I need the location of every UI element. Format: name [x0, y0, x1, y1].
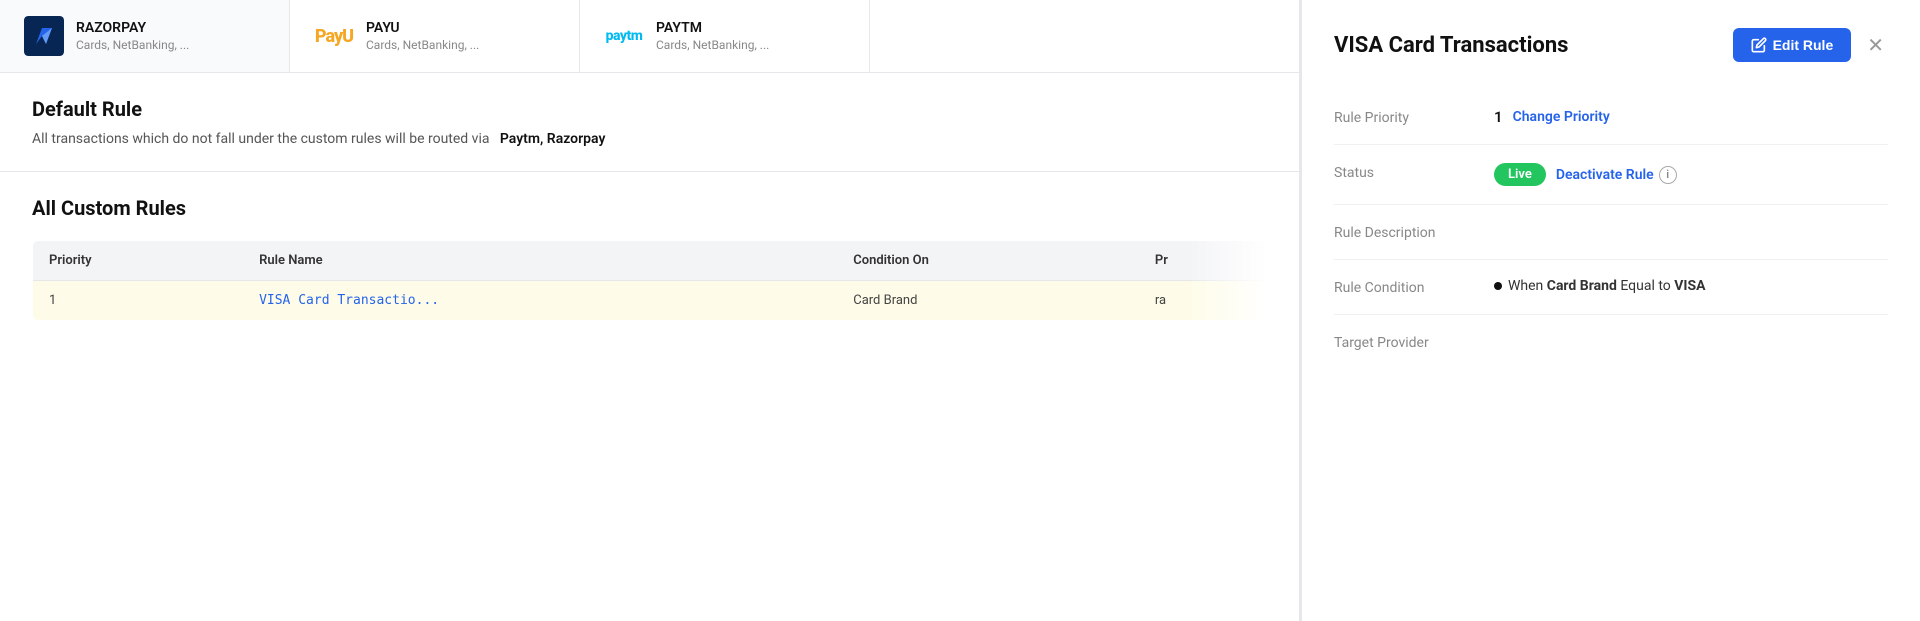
- row-rule-name: VISA Card Transactio...: [243, 281, 837, 321]
- rule-condition-row: Rule Condition When Card Brand Equal to …: [1334, 260, 1888, 315]
- condition-item: When Card Brand Equal to VISA: [1494, 278, 1706, 294]
- target-provider-row: Target Provider: [1334, 315, 1888, 369]
- condition-bullet: [1494, 282, 1502, 290]
- gateway-card-razorpay[interactable]: RAZORPAY Cards, NetBanking, ...: [0, 0, 290, 72]
- live-badge: Live: [1494, 163, 1546, 186]
- deactivate-rule-link[interactable]: Deactivate Rule i: [1556, 166, 1677, 184]
- info-icon[interactable]: i: [1659, 166, 1677, 184]
- payu-name: PAYU: [366, 20, 479, 36]
- payu-info: PAYU Cards, NetBanking, ...: [366, 20, 479, 52]
- paytm-name: PAYTM: [656, 20, 769, 36]
- status-value-container: Live Deactivate Rule i: [1494, 163, 1677, 186]
- razorpay-sub: Cards, NetBanking, ...: [76, 38, 189, 52]
- rule-condition-value: When Card Brand Equal to VISA: [1494, 278, 1706, 294]
- payu-icon: PayU: [314, 16, 354, 56]
- rule-detail-title: VISA Card Transactions: [1334, 33, 1568, 58]
- rule-priority-row: Rule Priority 1 Change Priority: [1334, 90, 1888, 145]
- status-label: Status: [1334, 163, 1494, 181]
- condition-text: When Card Brand Equal to VISA: [1508, 278, 1706, 294]
- edit-rule-button[interactable]: Edit Rule: [1733, 28, 1852, 62]
- col-condition-on: Condition On: [837, 241, 1139, 281]
- col-priority: Priority: [33, 241, 244, 281]
- col-pr: Pr: [1139, 241, 1267, 281]
- rules-table: Priority Rule Name Condition On Pr 1 VIS…: [32, 240, 1267, 321]
- custom-rules-section: All Custom Rules Priority Rule Name Cond…: [0, 172, 1299, 321]
- razorpay-name: RAZORPAY: [76, 20, 189, 36]
- paytm-info: PAYTM Cards, NetBanking, ...: [656, 20, 769, 52]
- gateway-card-payu[interactable]: PayU PAYU Cards, NetBanking, ...: [290, 0, 580, 72]
- row-condition-on: Card Brand: [837, 281, 1139, 321]
- rule-description-row: Rule Description: [1334, 205, 1888, 260]
- rule-priority-label: Rule Priority: [1334, 108, 1494, 126]
- rule-detail-panel: VISA Card Transactions Edit Rule ✕ Rule …: [1300, 0, 1920, 621]
- table-header: Priority Rule Name Condition On Pr: [33, 241, 1267, 281]
- change-priority-link[interactable]: Change Priority: [1513, 109, 1610, 125]
- col-rule-name: Rule Name: [243, 241, 837, 281]
- edit-icon: [1751, 37, 1767, 53]
- table-row[interactable]: 1 VISA Card Transactio... Card Brand ra: [33, 281, 1267, 321]
- razorpay-info: RAZORPAY Cards, NetBanking, ...: [76, 20, 189, 52]
- rule-priority-value-container: 1 Change Priority: [1494, 108, 1610, 126]
- payu-sub: Cards, NetBanking, ...: [366, 38, 479, 52]
- row-priority: 1: [33, 281, 244, 321]
- table-body: 1 VISA Card Transactio... Card Brand ra: [33, 281, 1267, 321]
- gateway-row: RAZORPAY Cards, NetBanking, ... PayU PAY…: [0, 0, 1299, 73]
- default-rule-via: Paytm, Razorpay: [500, 131, 606, 147]
- rule-priority-number: 1: [1494, 108, 1503, 126]
- custom-rules-title: All Custom Rules: [32, 196, 1267, 220]
- rule-description-label: Rule Description: [1334, 223, 1494, 241]
- rule-detail-header: VISA Card Transactions Edit Rule ✕: [1334, 28, 1888, 62]
- razorpay-icon: [24, 16, 64, 56]
- rules-table-container: Priority Rule Name Condition On Pr 1 VIS…: [32, 240, 1267, 321]
- row-pr: ra: [1139, 281, 1267, 321]
- paytm-sub: Cards, NetBanking, ...: [656, 38, 769, 52]
- target-provider-label: Target Provider: [1334, 333, 1494, 351]
- close-button[interactable]: ✕: [1863, 29, 1888, 62]
- default-rule-section: Default Rule All transactions which do n…: [0, 73, 1299, 172]
- default-rule-title: Default Rule: [32, 97, 1267, 121]
- default-rule-description: All transactions which do not fall under…: [32, 131, 1267, 147]
- rule-condition-label: Rule Condition: [1334, 278, 1494, 296]
- status-row: Status Live Deactivate Rule i: [1334, 145, 1888, 205]
- paytm-icon: paytm: [604, 16, 644, 56]
- gateway-card-paytm[interactable]: paytm PAYTM Cards, NetBanking, ...: [580, 0, 870, 72]
- header-actions: Edit Rule ✕: [1733, 28, 1888, 62]
